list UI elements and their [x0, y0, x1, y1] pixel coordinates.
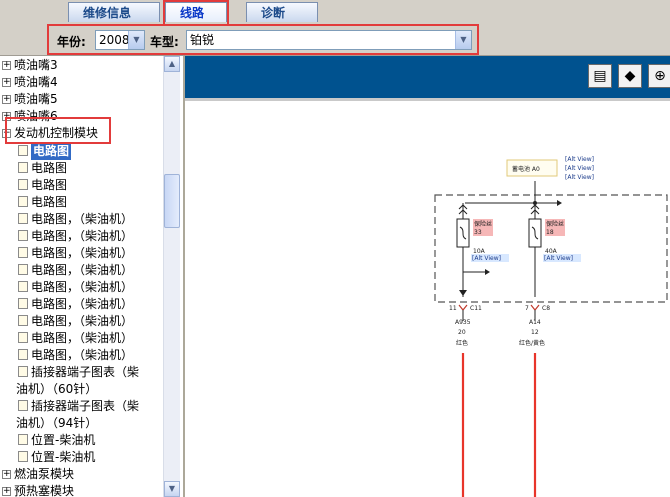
scroll-down-icon[interactable]: ▼	[164, 481, 180, 497]
alt-view-link[interactable]: [Alt View]	[544, 255, 573, 262]
tree-leaf-label: 电路图，（柴油机）	[31, 212, 134, 226]
alt-view-link[interactable]: [Alt View]	[565, 165, 594, 172]
tree-leaf-label: 插接器端子图表（柴	[31, 365, 140, 379]
fuse-1-number: 33	[474, 229, 482, 236]
fuse-2-rating: 40A	[545, 248, 558, 255]
year-value: 2008	[99, 33, 130, 47]
tree-leaf-label: 电路图，（柴油机）	[31, 297, 134, 311]
tab-diagnosis[interactable]: 诊断	[246, 2, 318, 22]
tree-node-label: 喷油嘴5	[14, 92, 58, 106]
wiring-schematic: 蓄电池 A0 [Alt View] [Alt View] [Alt View] …	[434, 156, 668, 497]
chevron-down-icon[interactable]: ▼	[455, 31, 471, 49]
tree-leaf-label: 电路图，（柴油机）	[31, 229, 134, 243]
filter-bar: 年份: 2008 ▼ 车型: 铂锐 ▼	[0, 24, 670, 56]
alt-view-link[interactable]: [Alt View]	[565, 174, 594, 181]
battery-label: 蓄电池 A0	[512, 165, 540, 173]
scrollbar-thumb[interactable]	[164, 174, 180, 228]
diagram-toolbar: ▤ ◆ ⊕	[185, 56, 670, 101]
tree-leaf-label: 电路图，（柴油机）	[31, 348, 134, 362]
connector-2-id: C8	[542, 305, 550, 312]
scroll-up-icon[interactable]: ▲	[164, 56, 180, 72]
tab-wiring[interactable]: 线路	[165, 2, 227, 22]
tree-node-label: 喷油嘴4	[14, 75, 58, 89]
document-icon	[18, 196, 28, 207]
document-icon	[18, 349, 28, 360]
fuse-2-number: 18	[546, 229, 554, 236]
collapse-minus-icon[interactable]: −	[2, 129, 11, 138]
year-select[interactable]: 2008 ▼	[95, 30, 145, 50]
tree-node-label: 发动机控制模块	[14, 126, 99, 140]
print-icon[interactable]: ▤	[588, 64, 612, 88]
tree-leaf-label: 电路图	[31, 143, 72, 160]
tree-node-label: 燃油泵模块	[14, 467, 75, 481]
expand-plus-icon[interactable]: +	[2, 78, 11, 87]
wire-2-id: A14	[529, 319, 541, 326]
tree-leaf-label: 电路图，（柴油机）	[31, 263, 134, 277]
document-icon	[18, 213, 28, 224]
chevron-down-icon[interactable]: ▼	[128, 31, 144, 49]
zoom-in-icon[interactable]: ⊕	[648, 64, 670, 88]
fuse-1-name: 保险丝	[474, 220, 492, 228]
tab-bar: 维修信息 线路 诊断	[0, 0, 670, 24]
document-icon	[18, 264, 28, 275]
alt-view-link[interactable]: [Alt View]	[565, 156, 594, 163]
document-icon	[18, 298, 28, 309]
document-icon	[18, 247, 28, 258]
document-icon	[18, 434, 28, 445]
document-icon	[18, 281, 28, 292]
tree-node-label: 预热塞模块	[14, 484, 75, 497]
year-label: 年份:	[57, 35, 86, 49]
expand-plus-icon[interactable]: +	[2, 95, 11, 104]
tab-repair-info[interactable]: 维修信息	[68, 2, 160, 22]
tree-leaf-label: 位置-柴油机	[31, 433, 96, 447]
model-select[interactable]: 铂锐 ▼	[186, 30, 472, 50]
expand-plus-icon[interactable]: +	[2, 487, 11, 496]
document-icon	[18, 451, 28, 462]
document-icon	[18, 162, 28, 173]
tree-leaf-label-line2: 油机）（60针）	[16, 382, 98, 396]
component-tree: + 喷油嘴3 + 喷油嘴4 + 喷油嘴5 + 喷油嘴6 − 发动机控制模块 电路…	[0, 56, 163, 497]
connector-2-pin: 7	[525, 305, 529, 312]
document-icon	[18, 179, 28, 190]
wire-1-id: A935	[455, 319, 471, 326]
document-icon	[18, 332, 28, 343]
expand-plus-icon[interactable]: +	[2, 470, 11, 479]
tree-leaf-label: 电路图	[31, 178, 68, 192]
document-icon	[18, 230, 28, 241]
tree-leaf-label: 电路图，（柴油机）	[31, 246, 134, 260]
expand-plus-icon[interactable]: +	[2, 112, 11, 121]
wire-2-color: 红色/黄色	[519, 339, 545, 347]
model-value: 铂锐	[190, 33, 215, 47]
tree-leaf-label: 电路图	[31, 161, 68, 175]
wire-1-color: 红色	[456, 339, 468, 347]
tree-node-label: 喷油嘴6	[14, 109, 58, 123]
fuse-2-name: 保险丝	[546, 220, 564, 228]
document-icon	[18, 400, 28, 411]
tree-node-label: 喷油嘴3	[14, 58, 58, 72]
tree-leaf-label: 插接器端子图表（柴	[31, 399, 140, 413]
tree-scrollbar[interactable]: ▲ ▼	[163, 56, 180, 497]
tree-leaf-label: 位置-柴油机	[31, 450, 96, 464]
tree-leaf-label: 电路图，（柴油机）	[31, 280, 134, 294]
expand-plus-icon[interactable]: +	[2, 61, 11, 70]
tree-leaf-label-line2: 油机）（94针）	[16, 416, 98, 430]
tree-leaf-label: 电路图，（柴油机）	[31, 314, 134, 328]
tree-leaf-label: 电路图，（柴油机）	[31, 331, 134, 345]
connector-1-id: C11	[470, 305, 482, 312]
connector-1-pin: 11	[449, 305, 457, 312]
document-icon	[18, 315, 28, 326]
document-icon	[18, 366, 28, 377]
document-icon	[18, 145, 28, 156]
fit-icon[interactable]: ◆	[618, 64, 642, 88]
alt-view-link[interactable]: [Alt View]	[472, 255, 501, 262]
fuse-1-rating: 10A	[473, 248, 486, 255]
wire-1-gauge: 20	[458, 329, 466, 336]
tree-leaf-label: 电路图	[31, 195, 68, 209]
model-label: 车型:	[150, 35, 179, 49]
wire-2-gauge: 12	[531, 329, 539, 336]
diagram-pane: ▤ ◆ ⊕ 蓄电池 A0 [Alt View] [Alt View] [Alt …	[183, 56, 670, 497]
